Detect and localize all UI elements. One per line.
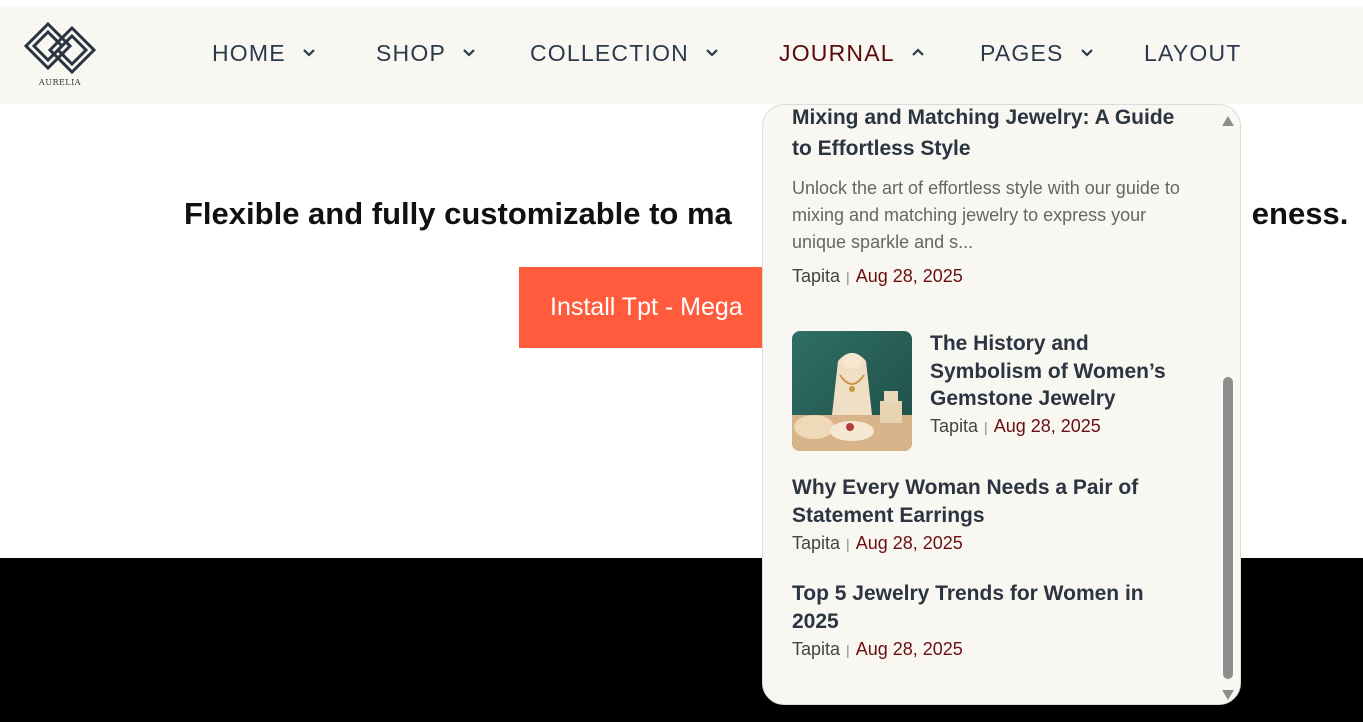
meta-separator: | <box>984 418 988 435</box>
post-title[interactable]: Mixing and Matching Jewelry: A Guide to … <box>792 105 1192 164</box>
jewelry-display-image <box>792 331 912 451</box>
nav-item-layout[interactable]: LAYOUT <box>1144 38 1242 68</box>
nav-item-shop[interactable]: SHOP <box>376 38 478 68</box>
post-date: Aug 28, 2025 <box>855 533 963 553</box>
dropdown-scroll-area[interactable]: Mixing and Matching Jewelry: A Guide to … <box>763 105 1218 704</box>
nav-item-journal[interactable]: JOURNAL <box>779 38 927 68</box>
nav-label: SHOP <box>376 39 446 66</box>
nav-label: LAYOUT <box>1144 39 1242 66</box>
scroll-down-arrow-icon[interactable] <box>1222 685 1234 704</box>
post-thumbnail-image[interactable] <box>792 331 912 451</box>
scrollbar-thumb[interactable] <box>1223 377 1233 679</box>
post-meta: Tapita | Aug 28, 2025 <box>792 639 1172 660</box>
post-author: Tapita <box>792 533 841 553</box>
post-date: Aug 28, 2025 <box>993 415 1101 436</box>
chevron-down-icon <box>460 44 478 62</box>
post-excerpt: Unlock the art of effortless style with … <box>792 178 1180 252</box>
nav-label: HOME <box>212 39 286 66</box>
dropdown-scrollbar[interactable] <box>1216 105 1240 704</box>
post-author: Tapita <box>930 415 979 436</box>
nav-label: PAGES <box>980 39 1064 66</box>
chevron-down-icon <box>1078 44 1096 62</box>
chevron-down-icon <box>703 44 721 62</box>
nav-item-collection[interactable]: COLLECTION <box>530 38 721 68</box>
post-title[interactable]: The History and Symbolism of Women’s Gem… <box>930 330 1190 413</box>
logo-mark-icon <box>23 21 97 75</box>
post-item[interactable]: Why Every Woman Needs a Pair of Statemen… <box>792 474 1172 554</box>
logo-text: AURELIA <box>38 78 82 87</box>
post-title[interactable]: Top 5 Jewelry Trends for Women in 2025 <box>792 580 1172 635</box>
brand-logo[interactable]: AURELIA <box>20 18 100 94</box>
post-meta: Tapita | Aug 28, 2025 <box>792 533 1172 554</box>
scroll-up-arrow-icon[interactable] <box>1222 111 1234 130</box>
chevron-down-icon <box>300 44 318 62</box>
post-author: Tapita <box>792 639 841 659</box>
meta-separator: | <box>846 536 850 552</box>
post-title[interactable]: Why Every Woman Needs a Pair of Statemen… <box>792 474 1172 529</box>
site-header: AURELIA HOME SHOP COLLECTION JOURNAL PAG… <box>0 6 1363 104</box>
journal-dropdown[interactable]: Mixing and Matching Jewelry: A Guide to … <box>762 104 1241 705</box>
nav-item-pages[interactable]: PAGES <box>980 38 1096 68</box>
nav-label: COLLECTION <box>530 39 689 66</box>
post-meta: Tapita | Aug 28, 2025 <box>792 266 1192 287</box>
post-meta: Tapita | Aug 28, 2025 <box>930 416 1190 437</box>
post-author: Tapita <box>792 266 841 286</box>
post-item[interactable]: Top 5 Jewelry Trends for Women in 2025 T… <box>792 580 1172 660</box>
hero-headline-end: eness. <box>1251 196 1349 231</box>
meta-separator: | <box>846 642 850 658</box>
post-date: Aug 28, 2025 <box>855 639 963 659</box>
hero-headline-start: Flexible and fully customizable to ma <box>184 196 732 231</box>
chevron-up-icon <box>909 44 927 62</box>
post-item[interactable]: The History and Symbolism of Women’s Gem… <box>930 330 1190 437</box>
meta-separator: | <box>846 269 850 285</box>
page: AURELIA HOME SHOP COLLECTION JOURNAL PAG… <box>0 0 1363 722</box>
nav-label: JOURNAL <box>779 39 895 66</box>
post-item[interactable]: Mixing and Matching Jewelry: A Guide to … <box>792 105 1192 287</box>
nav-item-home[interactable]: HOME <box>212 38 318 68</box>
post-date: Aug 28, 2025 <box>855 266 963 286</box>
